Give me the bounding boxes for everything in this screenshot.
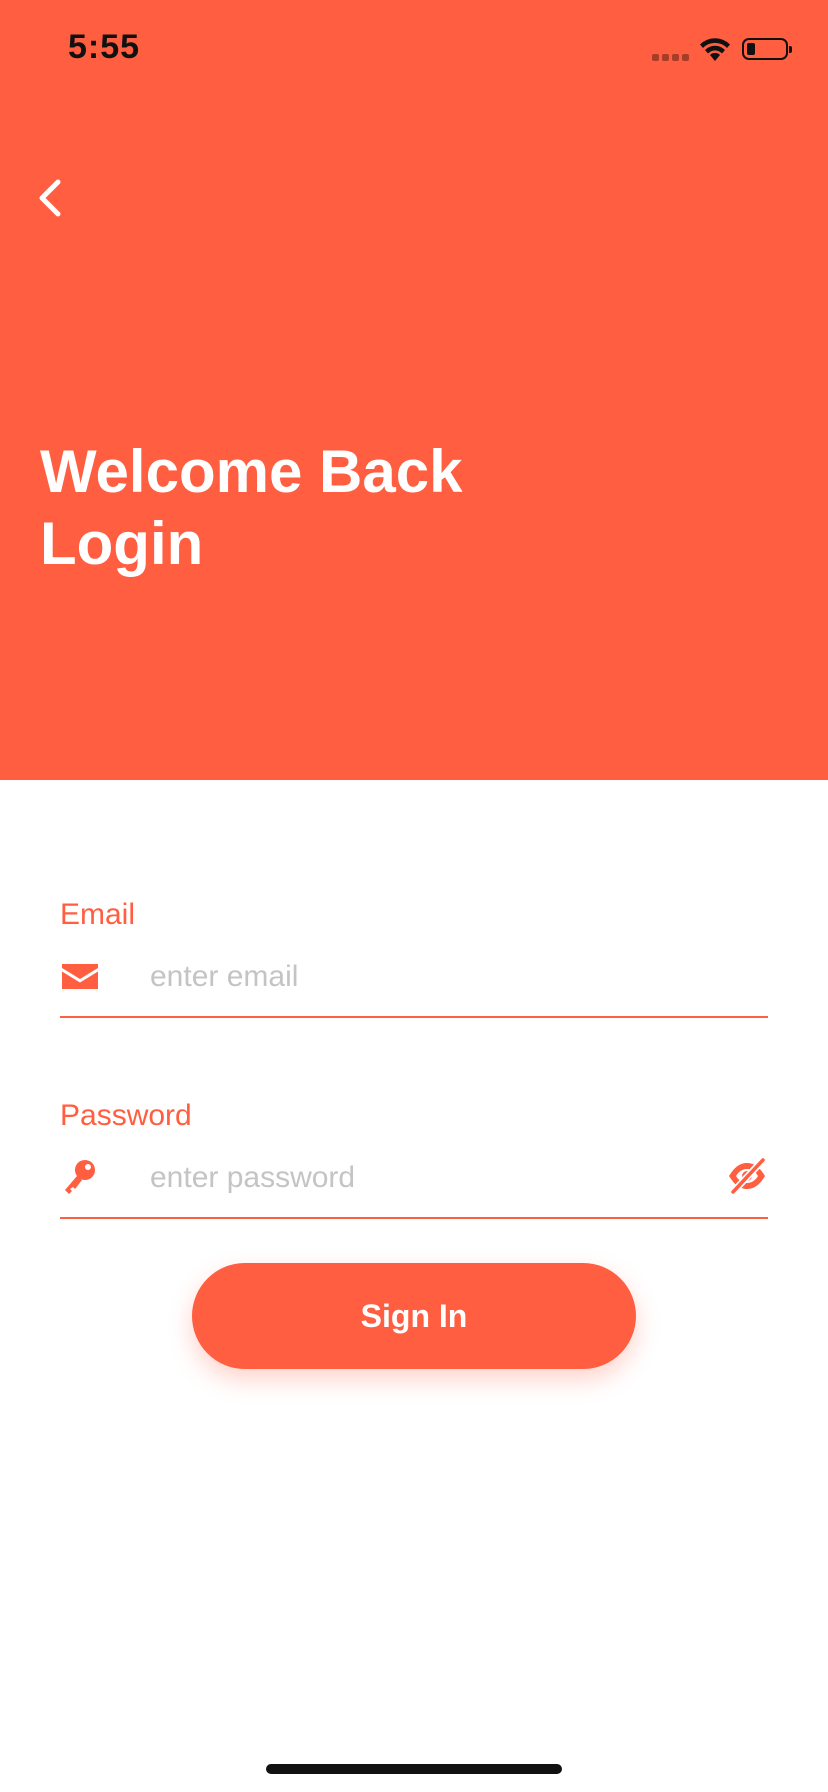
email-field-row xyxy=(60,944,768,1018)
email-label: Email xyxy=(60,898,136,931)
status-time: 5:55 xyxy=(68,28,141,66)
home-indicator[interactable] xyxy=(266,1764,562,1774)
header-banner: 5:55 Welcome Back Login xyxy=(0,0,828,780)
sign-in-button[interactable]: Sign In xyxy=(192,1263,636,1369)
wifi-icon xyxy=(700,38,730,61)
status-bar: 5:55 xyxy=(0,0,828,100)
page-title: Welcome Back Login xyxy=(40,436,462,580)
email-input[interactable] xyxy=(150,952,670,1002)
title-line-2: Login xyxy=(40,510,204,577)
login-screen: 5:55 Welcome Back Login Email enter emai… xyxy=(0,0,828,1792)
eye-slash-icon[interactable] xyxy=(726,1155,768,1197)
password-field-group: Password xyxy=(60,1099,768,1221)
title-line-1: Welcome Back xyxy=(40,438,463,505)
password-field-row xyxy=(60,1145,768,1219)
envelope-icon xyxy=(62,964,98,989)
password-label: Password xyxy=(60,1099,192,1132)
signal-icon xyxy=(652,54,689,61)
back-chevron-icon[interactable] xyxy=(30,170,74,226)
key-icon xyxy=(65,1160,95,1194)
email-field-group: Email xyxy=(60,898,768,1020)
battery-icon xyxy=(742,38,792,60)
password-input[interactable] xyxy=(150,1153,670,1203)
